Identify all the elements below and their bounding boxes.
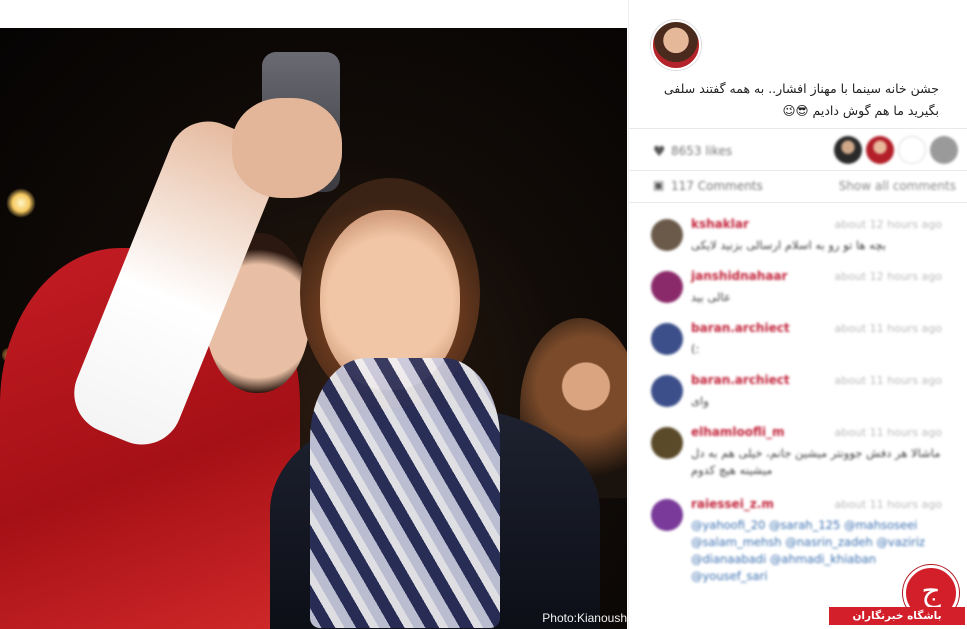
post-caption: جشن خانه سینما با مهناز افشار.. به همه گ…: [663, 81, 939, 118]
commenter-username[interactable]: raiessei_z.m: [691, 497, 774, 511]
comment-text: بچه ها تو رو به اسلام ارسالی بزنید لایکی: [691, 238, 886, 252]
commenter-username[interactable]: baran.archiect: [691, 373, 790, 387]
watermark-text: باشگاه خبرنگاران: [829, 607, 965, 625]
commenter-avatar[interactable]: [651, 323, 683, 355]
bokeh-light: [6, 188, 36, 218]
divider: [629, 128, 967, 129]
show-all-comments-link[interactable]: Show all comments: [839, 179, 956, 193]
comments-row: ▣ 117 Comments Show all comments: [629, 175, 967, 199]
commenter-avatar[interactable]: [651, 219, 683, 251]
comment-icon: ▣: [653, 178, 665, 192]
comment-time: about 11 hours ago: [834, 374, 942, 387]
commenter-username[interactable]: janshidnahaar: [691, 269, 787, 283]
comments-count: 117 Comments: [671, 179, 763, 193]
commenter-avatar[interactable]: [651, 375, 683, 407]
commenter-avatar[interactable]: [651, 499, 683, 531]
comment-time: about 11 hours ago: [834, 498, 942, 511]
watermark-glyph: ج: [921, 574, 941, 609]
commenter-username[interactable]: baran.archiect: [691, 321, 790, 335]
comment-time: about 11 hours ago: [834, 322, 942, 335]
comment-text: ماشالا هر دفش جوونتر میشین جانم، خیلی هم…: [691, 446, 941, 477]
silk-scarf: [310, 358, 500, 628]
heart-icon[interactable]: ♥: [653, 144, 666, 160]
author-avatar[interactable]: [651, 20, 701, 70]
comment-text: وای: [691, 394, 709, 408]
hand: [232, 98, 342, 198]
commenter-avatar[interactable]: [651, 271, 683, 303]
comment-time: about 11 hours ago: [834, 426, 942, 439]
post-photo: Photo:Kianoush: [0, 28, 627, 629]
post-panel: جشن خانه سینما با مهناز افشار.. به همه گ…: [628, 0, 967, 629]
comment-time: about 12 hours ago: [834, 270, 942, 283]
liker-avatar[interactable]: [930, 136, 958, 164]
commenter-username[interactable]: elhamloofli_m: [691, 425, 785, 439]
divider: [629, 202, 967, 203]
comment-text: عالی بید: [691, 290, 731, 304]
likes-row: ♥ 8653 likes: [629, 132, 967, 170]
comment-text: :): [691, 342, 700, 356]
liker-avatar[interactable]: [834, 136, 862, 164]
likes-count: 8653 likes: [671, 144, 733, 158]
comment-time: about 12 hours ago: [834, 218, 942, 231]
commenter-avatar[interactable]: [651, 427, 683, 459]
divider: [629, 170, 967, 171]
watermark-logo: ج باشگاه خبرنگاران: [825, 565, 965, 627]
photo-credit: Photo:Kianoush: [542, 611, 627, 625]
likers-avatars: [834, 136, 958, 164]
liker-avatar[interactable]: [866, 136, 894, 164]
liker-avatar[interactable]: [898, 136, 926, 164]
commenter-username[interactable]: kshaklar: [691, 217, 749, 231]
